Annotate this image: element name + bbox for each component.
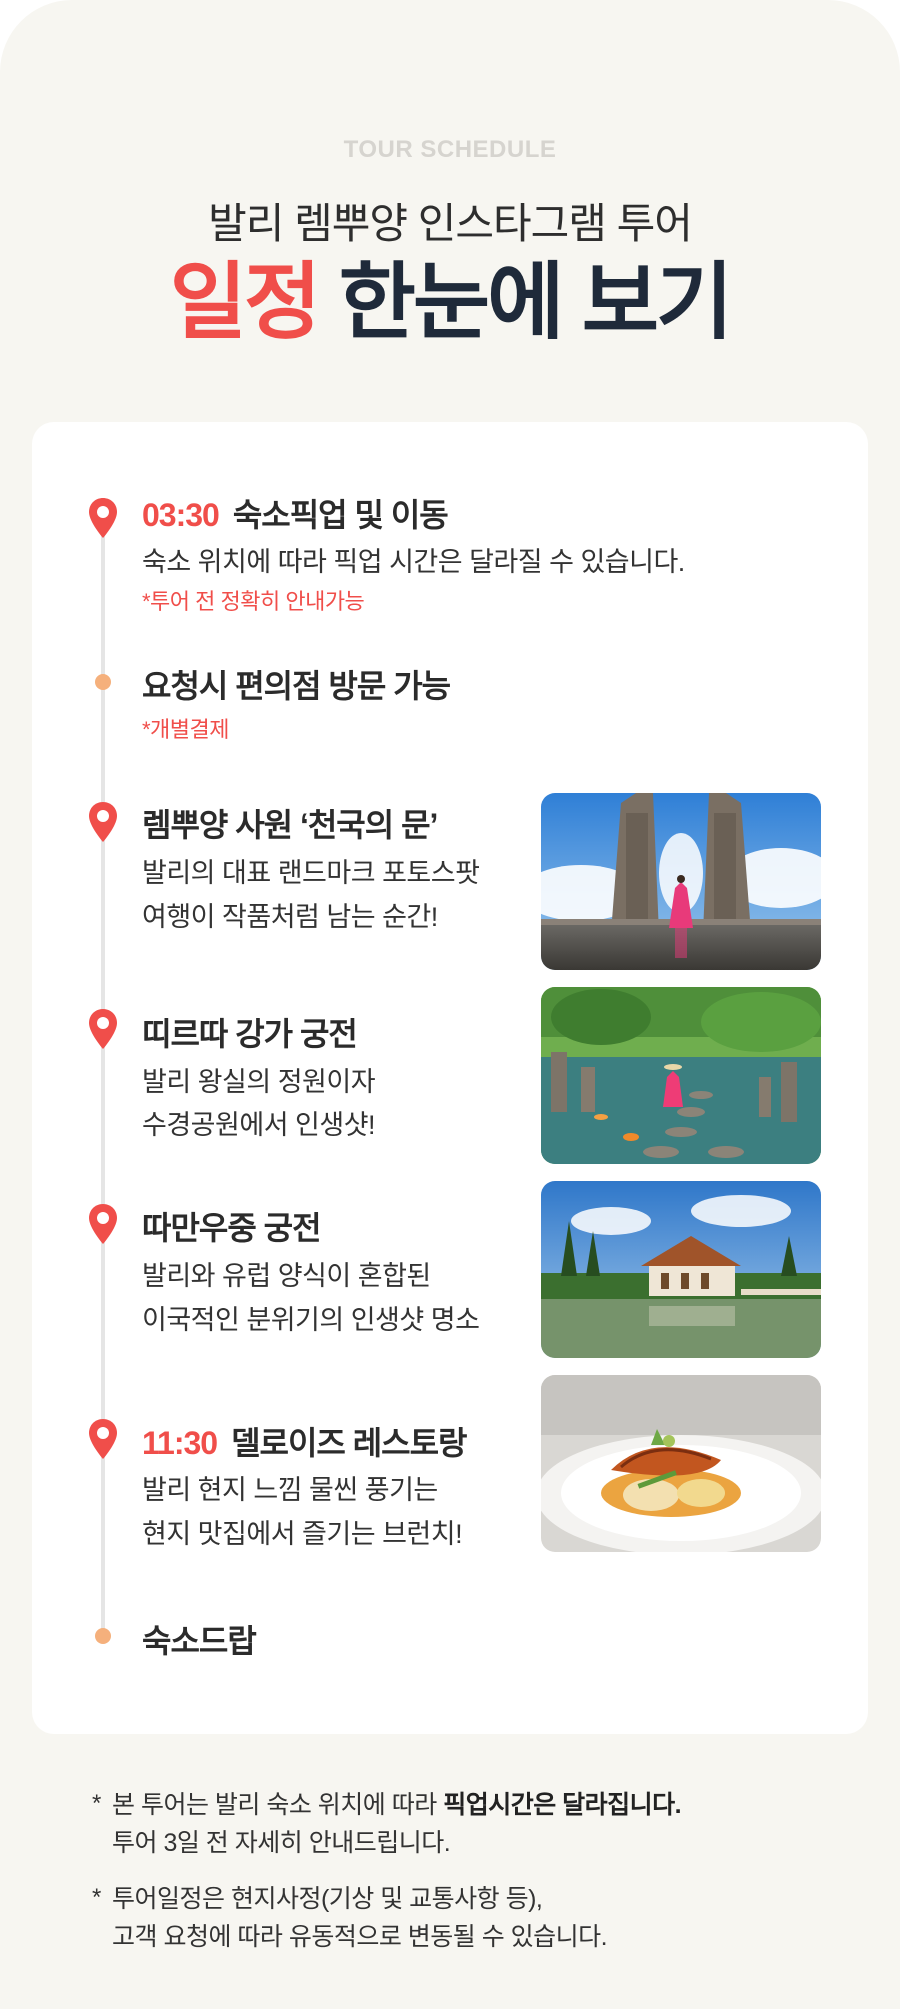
timeline-dot: [95, 1628, 111, 1644]
step-title-tirta-gangga: 띠르따 강가 궁전: [142, 1016, 358, 1052]
note-asterisk: *: [92, 1790, 102, 1817]
note-line: 본 투어는 발리 숙소 위치에 따라 픽업시간은 달라집니다.: [112, 1786, 852, 1824]
step-title-drop-off: 숙소드랍: [142, 1623, 257, 1659]
step-description: 발리 왕실의 정원이자: [142, 1067, 376, 1097]
temple-gate-photo: [541, 793, 821, 970]
location-pin-icon: [89, 1419, 117, 1459]
location-pin-icon: [89, 802, 117, 842]
headline-rest: 한눈에 보기: [338, 255, 734, 349]
note-item: * 본 투어는 발리 숙소 위치에 따라 픽업시간은 달라집니다. 투어 3일 …: [92, 1786, 852, 1862]
step-time: 03:30: [142, 497, 220, 533]
step-title-restaurant: 11:30 델로이즈 레스토랑: [142, 1418, 468, 1464]
step-note: *투어 전 정확히 안내가능: [142, 589, 365, 614]
note-item: * 투어일정은 현지사정(기상 및 교통사항 등), 고객 요청에 따라 유동적…: [92, 1880, 852, 1956]
note-asterisk: *: [92, 1884, 102, 1911]
note-line: 투어 3일 전 자세히 안내드립니다.: [112, 1829, 451, 1857]
step-description: 수경공원에서 인생샷!: [142, 1110, 376, 1140]
step-title-convenience-store: 요청시 편의점 방문 가능: [142, 668, 451, 704]
step-title-text: 델로이즈 레스토랑: [231, 1425, 467, 1461]
page-title: 일정 한눈에 보기: [0, 252, 900, 352]
taman-ujung-photo: [541, 1181, 821, 1358]
step-title-pickup: 03:30 숙소픽업 및 이동: [142, 490, 449, 536]
step-description: 이국적인 분위기의 인생샷 명소: [142, 1305, 480, 1335]
step-title-taman-ujung: 따만우중 궁전: [142, 1210, 322, 1246]
step-title-text: 숙소픽업 및 이동: [232, 497, 449, 533]
step-description: 발리의 대표 랜드마크 포토스팟: [142, 858, 480, 888]
step-description: 발리와 유럽 양식이 혼합된: [142, 1261, 431, 1291]
schedule-page: TOUR SCHEDULE 발리 렘뿌양 인스타그램 투어 일정 한눈에 보기 …: [0, 0, 900, 2009]
step-description: 발리 현지 느낌 물씬 풍기는: [142, 1475, 438, 1505]
brunch-dish-photo: [541, 1375, 821, 1552]
step-description: 현지 맛집에서 즐기는 브런치!: [142, 1519, 463, 1549]
step-description: 숙소 위치에 따라 픽업 시간은 달라질 수 있습니다.: [142, 547, 685, 577]
note-emphasis: 픽업시간은 달라집니다.: [443, 1791, 682, 1819]
step-time: 11:30: [142, 1425, 218, 1461]
location-pin-icon: [89, 498, 117, 538]
note-text: 본 투어는 발리 숙소 위치에 따라: [112, 1791, 444, 1819]
note-line: 투어일정은 현지사정(기상 및 교통사항 등),: [112, 1885, 543, 1913]
water-palace-photo: [541, 987, 821, 1164]
location-pin-icon: [89, 1204, 117, 1244]
step-note: *개별결제: [142, 717, 230, 742]
eyebrow-label: TOUR SCHEDULE: [343, 136, 557, 163]
location-pin-icon: [89, 1009, 117, 1049]
note-line: 고객 요청에 따라 유동적으로 변동될 수 있습니다.: [112, 1923, 608, 1951]
step-title-lempuyang: 렘뿌양 사원 ‘천국의 문’: [142, 807, 438, 843]
tour-notes: * 본 투어는 발리 숙소 위치에 따라 픽업시간은 달라집니다. 투어 3일 …: [92, 1786, 852, 1974]
headline-accent: 일정: [169, 255, 322, 349]
step-description: 여행이 작품처럼 남는 순간!: [142, 902, 438, 932]
timeline-dot: [95, 674, 111, 690]
tour-subtitle: 발리 렘뿌양 인스타그램 투어: [208, 200, 693, 247]
